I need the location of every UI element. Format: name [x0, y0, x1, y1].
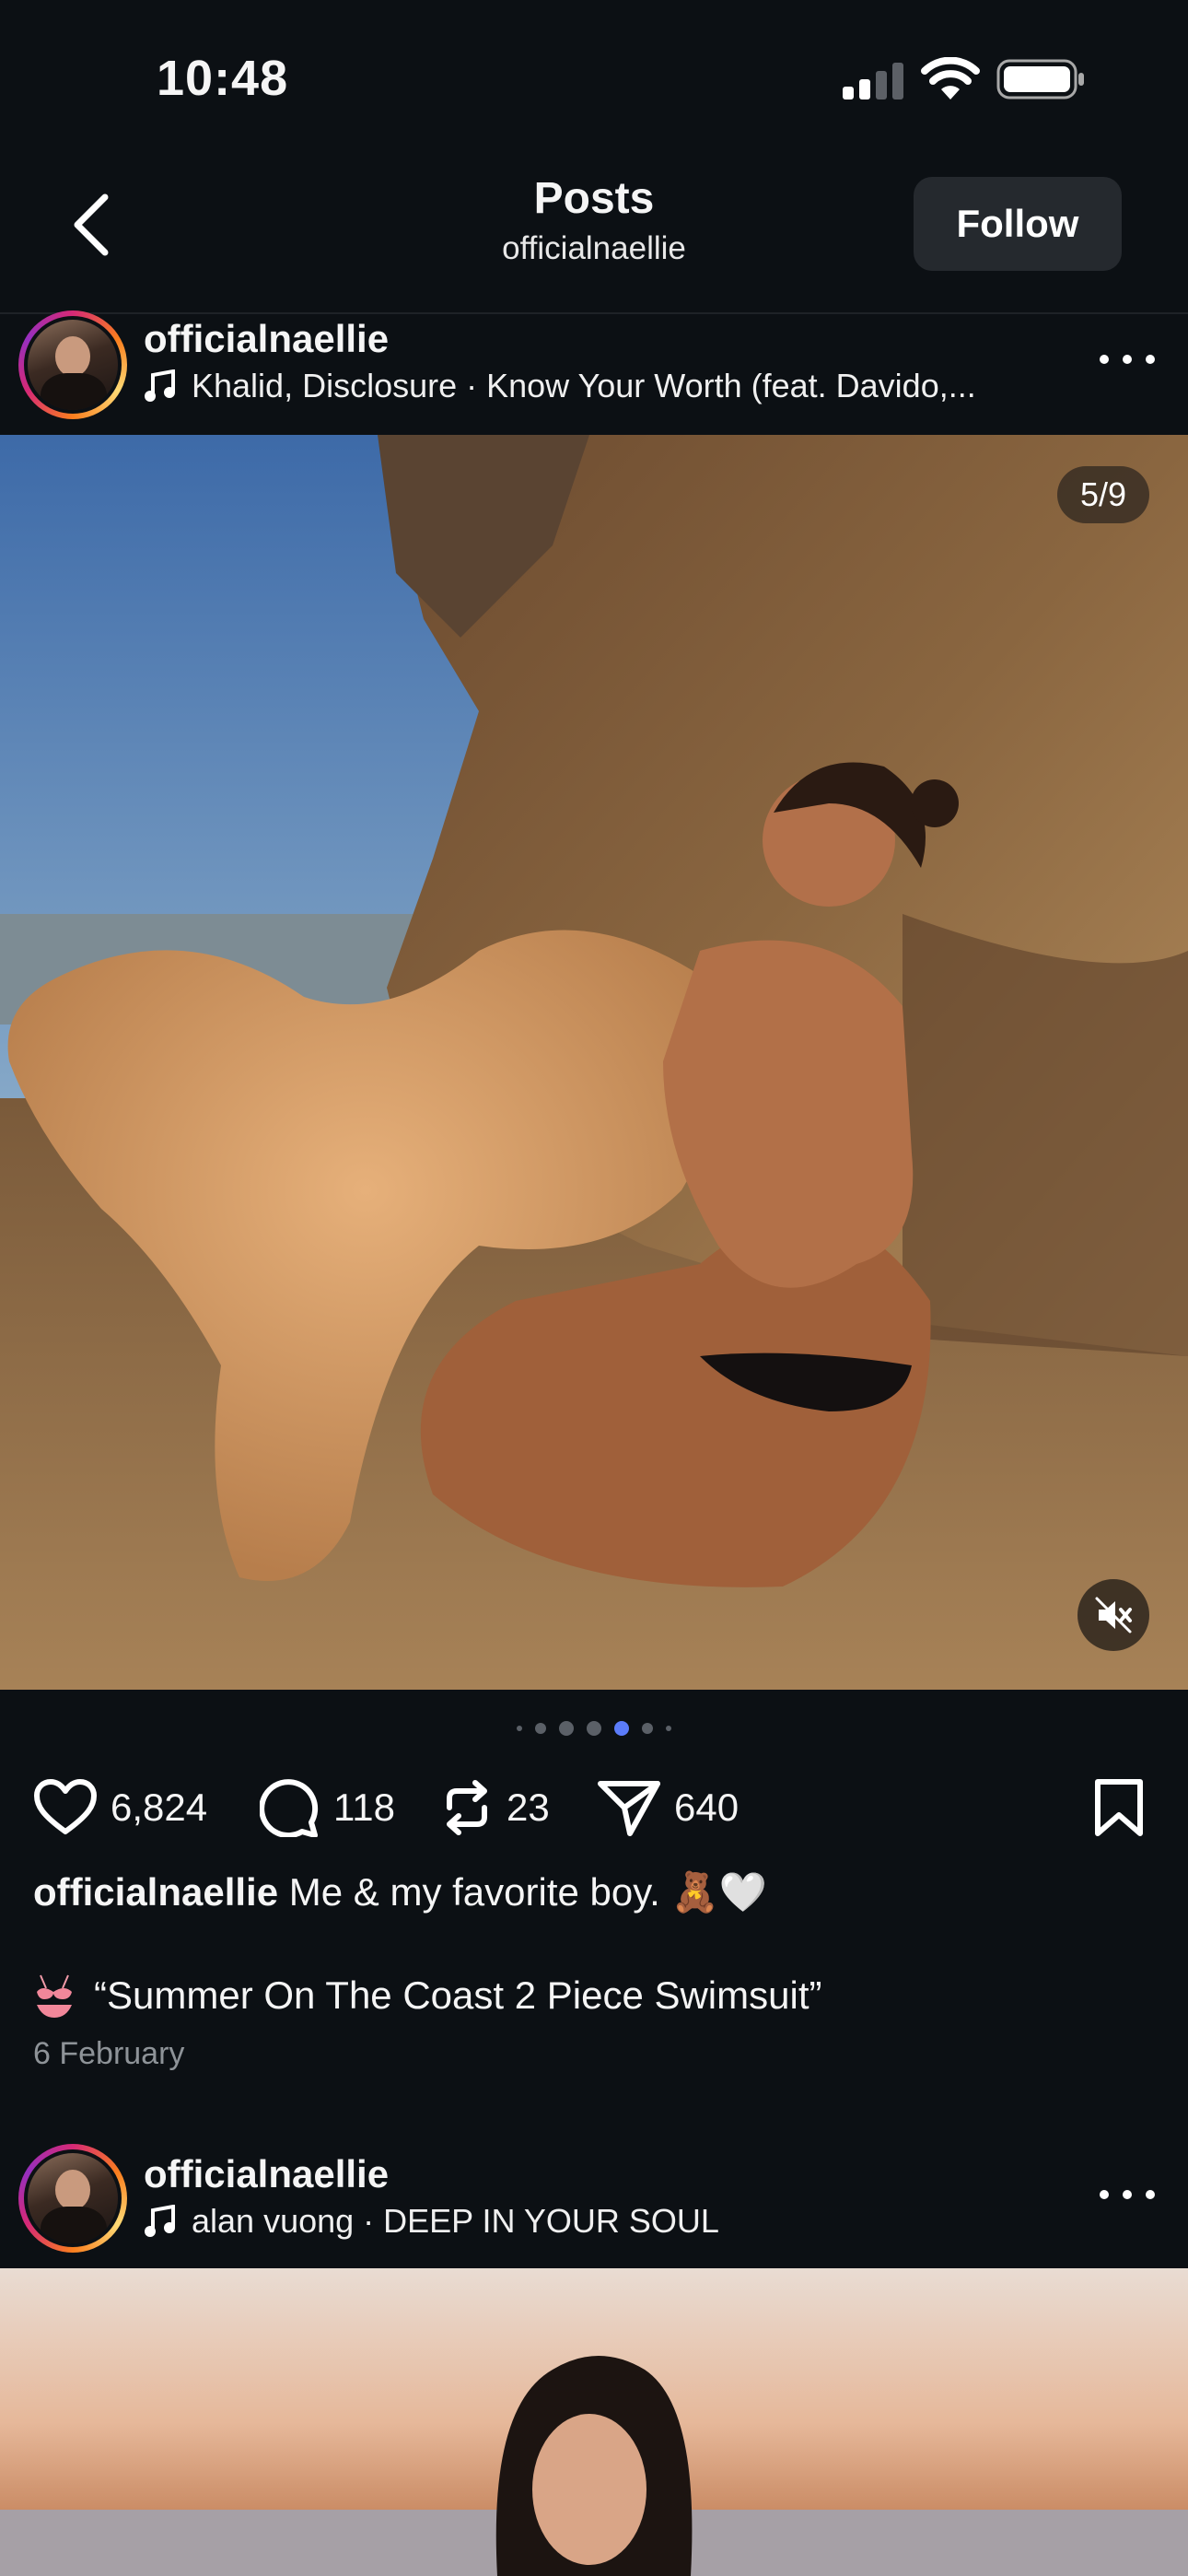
post-music[interactable]: Khalid, Disclosure · Know Your Worth (fe… — [144, 367, 976, 405]
wifi-icon — [921, 57, 980, 100]
share-count: 640 — [674, 1786, 740, 1829]
status-time: 10:48 — [157, 51, 289, 106]
save-button[interactable] — [1092, 1778, 1146, 1837]
avatar[interactable] — [18, 310, 127, 419]
beach-photo-image — [0, 435, 1188, 1690]
comment-bubble-icon — [260, 1779, 319, 1837]
battery-icon — [996, 59, 1084, 100]
carousel-dot — [559, 1721, 574, 1736]
carousel-dot — [666, 1726, 671, 1731]
post-music[interactable]: alan vuong · DEEP IN YOUR SOUL — [144, 2202, 719, 2241]
carousel-dot — [517, 1726, 522, 1731]
comment-count: 118 — [333, 1786, 395, 1829]
music-label: Khalid, Disclosure · Know Your Worth (fe… — [192, 367, 976, 404]
comment-button[interactable]: 118 — [260, 1778, 395, 1837]
bikini-icon — [37, 1974, 72, 2018]
repost-icon — [447, 1780, 487, 1835]
sunset-photo-image — [0, 2268, 1188, 2576]
post-date: 6 February — [33, 2036, 185, 2071]
product-tag[interactable]: “Summer On The Coast 2 Piece Swimsuit” — [33, 1972, 821, 2020]
cellular-signal-icon — [843, 63, 903, 100]
heart-icon — [34, 1779, 97, 1834]
post-caption: officialnaellie Me & my favorite boy. 🧸🤍 — [33, 1870, 767, 1915]
like-count: 6,824 — [111, 1786, 208, 1829]
post-username[interactable]: officialnaellie — [144, 2152, 389, 2196]
carousel-dot — [535, 1723, 546, 1734]
more-options-button[interactable] — [1100, 2176, 1155, 2213]
caption-username[interactable]: officialnaellie — [33, 1870, 278, 1914]
follow-button[interactable]: Follow — [914, 177, 1122, 271]
send-icon — [598, 1781, 660, 1836]
product-tag-label: “Summer On The Coast 2 Piece Swimsuit” — [94, 1973, 822, 2017]
music-note-icon — [145, 2205, 175, 2237]
header-divider — [0, 312, 1188, 314]
speaker-muted-icon — [1095, 1597, 1132, 1633]
post-username[interactable]: officialnaellie — [144, 317, 389, 361]
like-button[interactable]: 6,824 — [33, 1778, 207, 1837]
avatar[interactable] — [18, 2144, 127, 2253]
mute-toggle-button[interactable] — [1077, 1579, 1149, 1651]
bookmark-icon — [1095, 1779, 1143, 1836]
repost-button[interactable]: 23 — [440, 1778, 550, 1837]
carousel-dot — [642, 1723, 653, 1734]
media-counter: 5/9 — [1057, 466, 1149, 523]
music-note-icon — [145, 369, 175, 402]
carousel-dot — [587, 1721, 601, 1736]
carousel-dots — [0, 1721, 1188, 1736]
post-photo[interactable] — [0, 435, 1188, 1690]
caption-text: Me & my favorite boy. 🧸🤍 — [288, 1870, 768, 1914]
more-options-button[interactable] — [1100, 341, 1155, 378]
post-photo[interactable] — [0, 2268, 1188, 2576]
repost-count: 23 — [507, 1786, 550, 1829]
carousel-dot — [614, 1721, 629, 1736]
share-button[interactable]: 640 — [597, 1778, 739, 1837]
music-label: alan vuong · DEEP IN YOUR SOUL — [192, 2202, 719, 2240]
